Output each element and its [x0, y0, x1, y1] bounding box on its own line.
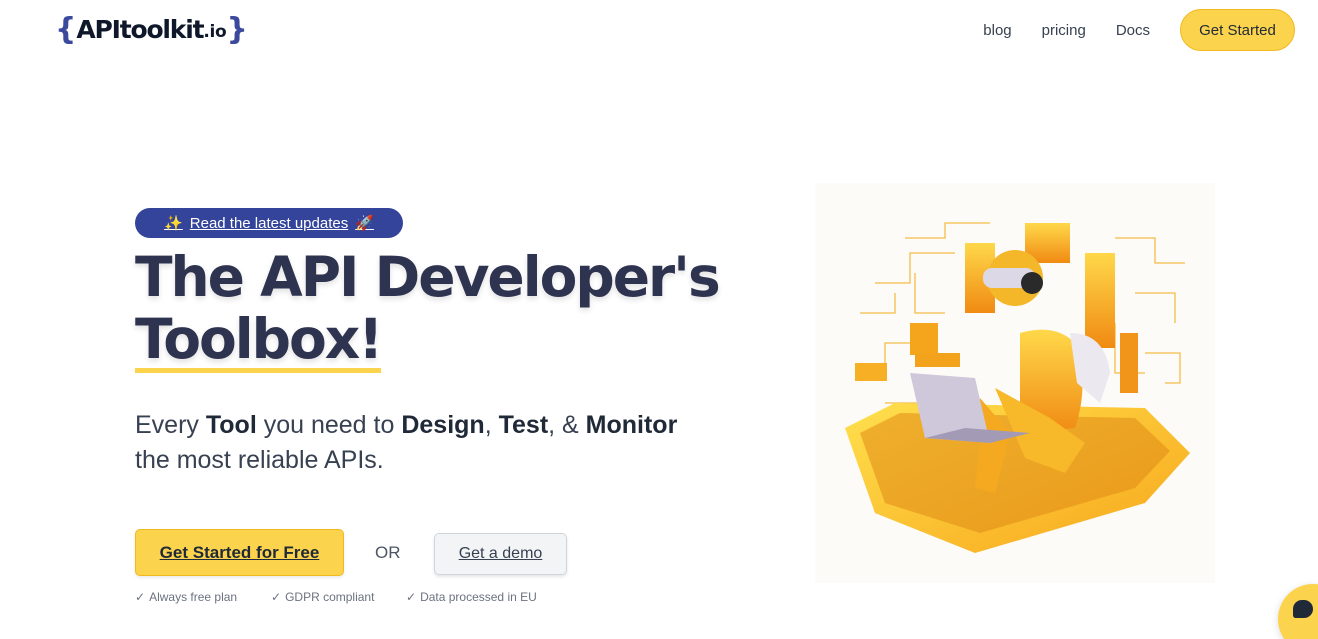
sub-text: the most reliable APIs. [135, 446, 384, 474]
nav-link-pricing[interactable]: pricing [1042, 22, 1086, 39]
check-label: GDPR compliant [285, 590, 375, 604]
nav-link-blog[interactable]: blog [983, 22, 1011, 39]
feature-checks: ✓ Always free plan ✓ GDPR compliant ✓ Data … [135, 590, 537, 604]
sub-bold-tool: Tool [205, 411, 257, 439]
logo-tld: .io [203, 22, 227, 42]
latest-updates-badge[interactable]: ✨ Read the latest updates 🚀 [135, 208, 403, 238]
sparkles-icon: ✨ [164, 215, 183, 232]
sub-bold-test: Test [498, 411, 549, 439]
hero-subheading: Every Tool you need to Design, Test, & M… [135, 408, 735, 478]
nav-link-docs[interactable]: Docs [1116, 22, 1150, 39]
rocket-icon: 🚀 [355, 215, 374, 232]
sub-text: Every [135, 411, 206, 439]
sub-bold-design: Design [401, 411, 485, 439]
hero-headline: The API Developer's Toolbox! [135, 245, 721, 373]
get-started-free-button[interactable]: Get Started for Free [135, 529, 344, 576]
headline-line-1: The API Developer's [135, 245, 721, 309]
get-demo-button[interactable]: Get a demo [434, 533, 567, 575]
check-item: ✓ Always free plan [135, 590, 271, 604]
latest-updates-label: Read the latest updates [189, 214, 349, 232]
developer-vr-laptop-illustration [815, 183, 1215, 583]
logo[interactable]: { APItoolkit .io } [55, 11, 248, 47]
sub-text: , [484, 411, 499, 439]
check-icon: ✓ [271, 590, 282, 604]
check-label: Always free plan [149, 590, 238, 604]
logo-open-brace: { [55, 11, 77, 47]
logo-name: APItoolkit [76, 14, 204, 44]
sub-text: , & [548, 411, 586, 439]
sub-bold-monitor: Monitor [585, 411, 678, 439]
logo-close-brace: } [226, 11, 248, 47]
or-label: OR [375, 543, 401, 562]
top-nav: blog pricing Docs Get Started [983, 9, 1295, 51]
check-item: ✓ GDPR compliant [271, 590, 406, 604]
chat-glyph [1293, 600, 1313, 618]
check-icon: ✓ [406, 590, 417, 604]
check-icon: ✓ [135, 590, 146, 604]
headline-line-2: Toolbox! [135, 307, 383, 373]
sub-text: you need to [256, 411, 402, 439]
check-item: ✓ Data processed in EU [406, 590, 537, 604]
get-started-button[interactable]: Get Started [1180, 9, 1295, 51]
chat-bubble-icon[interactable] [1278, 584, 1318, 639]
check-label: Data processed in EU [420, 590, 537, 604]
